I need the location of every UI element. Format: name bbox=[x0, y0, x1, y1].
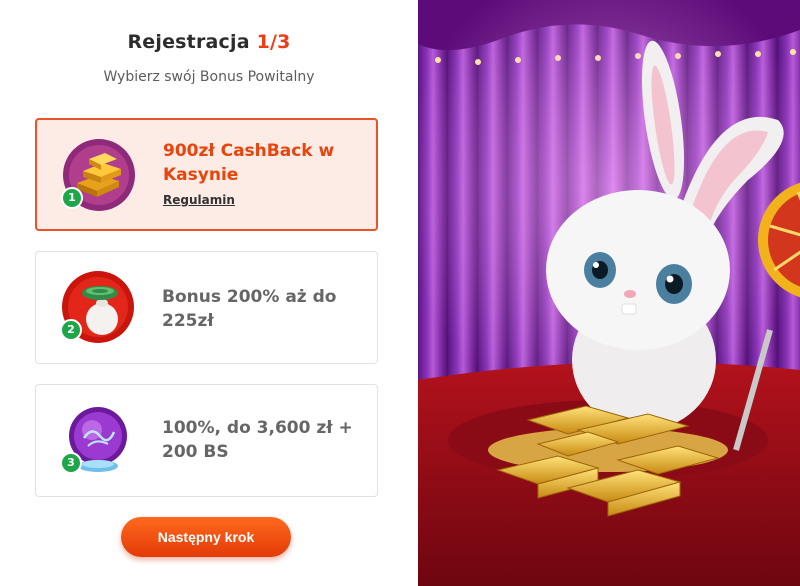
bonus-title-line: 225zł bbox=[162, 311, 214, 331]
step-indicator: 1/3 bbox=[256, 31, 291, 53]
bonus-number-badge: 2 bbox=[60, 319, 82, 341]
terms-link[interactable]: Regulamin bbox=[163, 193, 235, 207]
bonus-title: 900zł CashBack w Kasynie bbox=[163, 139, 363, 187]
promo-illustration bbox=[418, 0, 800, 586]
bonus-title: 100%, do 3,600 zł + 200 BS bbox=[162, 416, 362, 464]
bonus-option-1[interactable]: 1 900zł CashBack w Kasynie Regulamin bbox=[35, 118, 378, 231]
title-text: Rejestracja bbox=[127, 31, 250, 53]
promo-image bbox=[418, 0, 800, 586]
bonus-title-line: Kasynie bbox=[163, 165, 239, 185]
bonus-title: Bonus 200% aż do 225zł bbox=[162, 285, 362, 333]
next-step-button[interactable]: Następny krok bbox=[121, 517, 291, 557]
bonus-number-badge: 1 bbox=[61, 187, 83, 209]
bonus-option-2[interactable]: 2 Bonus 200% aż do 225zł bbox=[35, 251, 378, 364]
bonus-title-line: 200 BS bbox=[162, 442, 229, 462]
page-title: Rejestracja 1/3 bbox=[0, 31, 418, 53]
bonus-option-3[interactable]: 3 100%, do 3,600 zł + 200 BS bbox=[35, 384, 378, 497]
page-subtitle: Wybierz swój Bonus Powitalny bbox=[103, 69, 315, 85]
registration-panel: Rejestracja 1/3 Wybierz swój Bonus Powit… bbox=[0, 0, 418, 586]
bonus-number-badge: 3 bbox=[60, 452, 82, 474]
bonus-title-line: 100%, do 3,600 zł + bbox=[162, 418, 353, 438]
bonus-title-line: Bonus 200% aż do bbox=[162, 287, 337, 307]
bonus-title-line: 900zł CashBack w bbox=[163, 141, 335, 161]
